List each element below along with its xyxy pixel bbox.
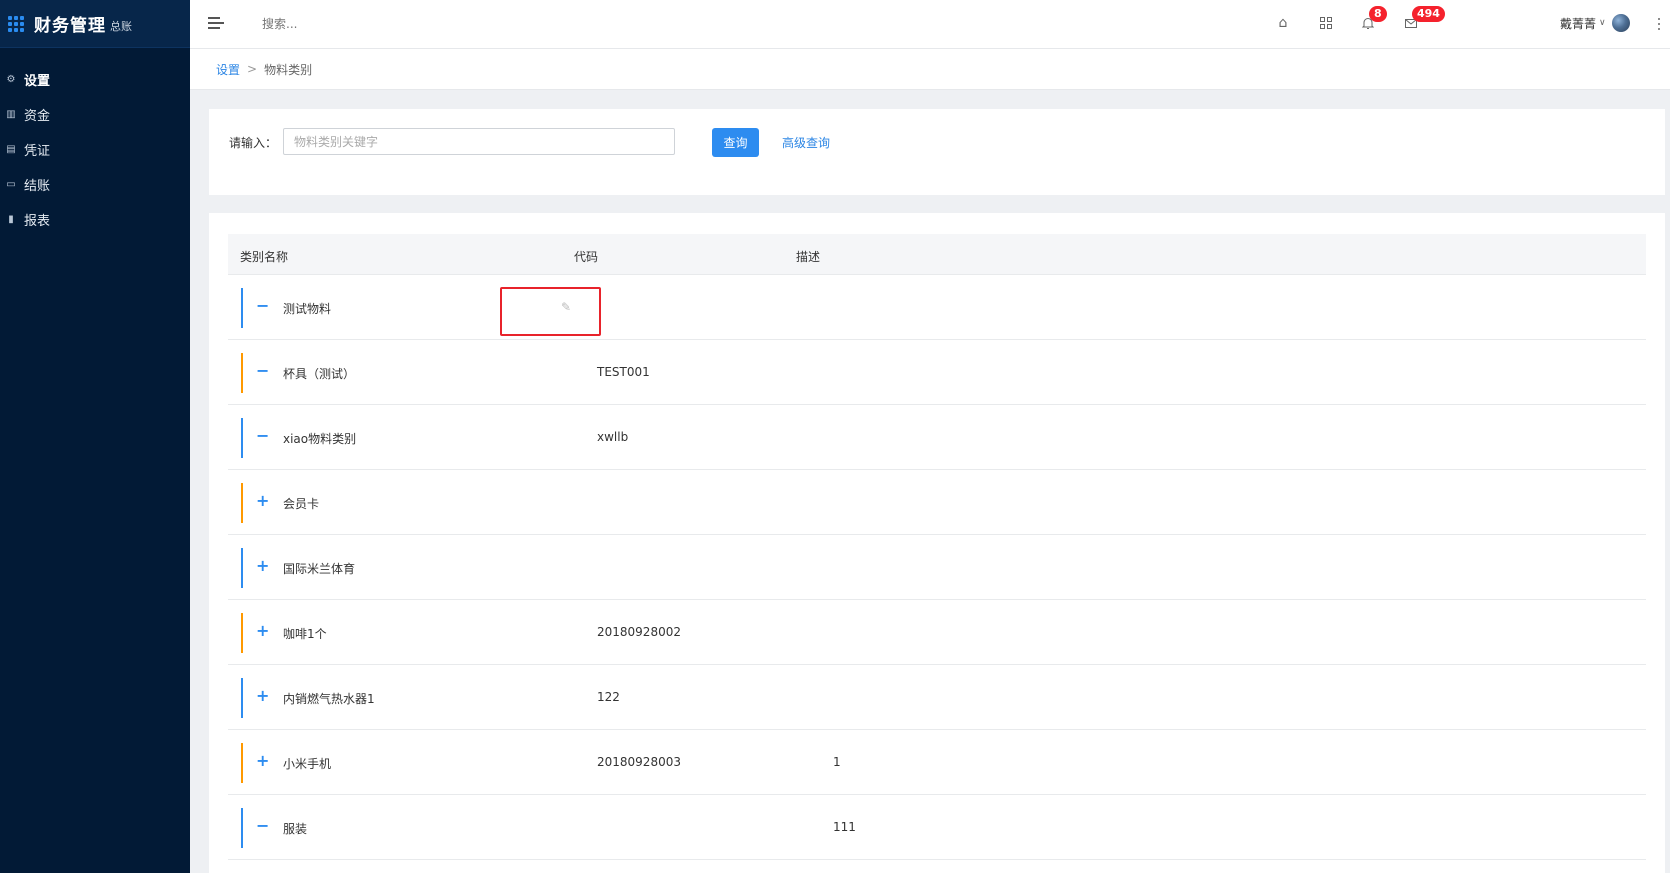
- sidebar: 财务管理 总账 ⚙ 设置 ▥ 资金 ▤ 凭证 ▭ 结账 ▮ 报表: [0, 0, 190, 873]
- table-panel: 类别名称 代码 描述 − 测试物料 ✎ − 杯具（测试） TEST001− xiao物料类别…: [209, 213, 1665, 873]
- column-header-name: 类别名称: [240, 250, 289, 264]
- edit-highlight-box: ✎: [500, 287, 601, 336]
- advanced-query-link[interactable]: 高级查询: [782, 134, 830, 151]
- breadcrumb-separator: >: [247, 62, 258, 76]
- table-row[interactable]: − xiao物料类别 xwllb: [228, 405, 1646, 470]
- table-row[interactable]: + 咖啡1个 20180928002: [228, 600, 1646, 665]
- global-search-input[interactable]: [262, 14, 462, 34]
- sidebar-item-label: 结账: [24, 179, 51, 194]
- search-label: 请输入：: [229, 136, 278, 150]
- user-menu[interactable]: 戴菁菁 ∨: [1560, 14, 1630, 32]
- pencil-icon[interactable]: ✎: [561, 300, 573, 314]
- category-name-cell: 小米手机: [283, 757, 332, 771]
- sidebar-menu: ⚙ 设置 ▥ 资金 ▤ 凭证 ▭ 结账 ▮ 报表: [0, 62, 190, 237]
- sidebar-item-funds[interactable]: ▥ 资金: [0, 97, 190, 132]
- row-level-indicator: [241, 808, 243, 848]
- more-options-icon[interactable]: [1658, 18, 1661, 30]
- menu-toggle-icon[interactable]: [208, 16, 224, 30]
- app-title: 财务管理: [34, 16, 106, 36]
- category-name-cell: 国际米兰体育: [283, 562, 356, 576]
- column-header-code: 代码: [574, 250, 599, 264]
- table-row[interactable]: − 服装 111: [228, 795, 1646, 860]
- bar-chart-icon: ▮: [8, 214, 14, 225]
- sidebar-item-label: 报表: [24, 214, 51, 229]
- collapse-icon[interactable]: −: [256, 428, 269, 444]
- row-level-indicator: [241, 743, 243, 783]
- category-name-cell: 内销燃气热水器1: [283, 692, 375, 706]
- table-body: − 测试物料 ✎ − 杯具（测试） TEST001− xiao物料类别 xwllb + 会员卡 + 国…: [228, 275, 1646, 860]
- row-level-indicator: [241, 678, 243, 718]
- expand-icon[interactable]: +: [256, 558, 269, 574]
- row-level-indicator: [241, 418, 243, 458]
- breadcrumb: 设置 > 物料类别: [190, 49, 1670, 90]
- collapse-icon[interactable]: −: [256, 818, 269, 834]
- sidebar-item-reports[interactable]: ▮ 报表: [0, 202, 190, 237]
- category-name-cell: xiao物料类别: [283, 432, 357, 446]
- top-header: ⌂ 8 494 戴菁菁 ∨: [190, 0, 1670, 49]
- category-code-cell: xwllb: [597, 430, 629, 444]
- expand-icon[interactable]: +: [256, 753, 269, 769]
- row-level-indicator: [241, 353, 243, 393]
- message-icon[interactable]: 494: [1402, 6, 1445, 32]
- table-row[interactable]: − 杯具（测试） TEST001: [228, 340, 1646, 405]
- app-subtitle: 总账: [110, 19, 132, 33]
- category-code-cell: TEST001: [597, 365, 650, 379]
- sidebar-item-label: 凭证: [24, 144, 51, 159]
- sidebar-item-voucher[interactable]: ▤ 凭证: [0, 132, 190, 167]
- apps-icon[interactable]: [1317, 14, 1335, 32]
- breadcrumb-current: 物料类别: [264, 62, 313, 77]
- column-header-desc: 描述: [796, 250, 821, 264]
- sidebar-item-label: 设置: [24, 74, 51, 89]
- wallet-icon: ▭: [6, 179, 16, 190]
- table-row[interactable]: + 国际米兰体育: [228, 535, 1646, 600]
- expand-icon[interactable]: +: [256, 493, 269, 509]
- row-level-indicator: [241, 548, 243, 588]
- table-row[interactable]: + 会员卡: [228, 470, 1646, 535]
- brand: 财务管理 总账: [0, 0, 190, 48]
- row-level-indicator: [241, 288, 243, 328]
- collapse-icon[interactable]: −: [256, 363, 269, 379]
- expand-icon[interactable]: +: [256, 623, 269, 639]
- category-code-cell: 122: [597, 690, 620, 704]
- query-button[interactable]: 查询: [712, 128, 759, 157]
- row-level-indicator: [241, 613, 243, 653]
- voucher-icon: ▤: [6, 144, 16, 155]
- table-row[interactable]: − 测试物料 ✎: [228, 275, 1646, 340]
- apps-grid-icon[interactable]: [8, 15, 24, 32]
- category-code-cell: 20180928002: [597, 625, 681, 639]
- category-name-cell: 会员卡: [283, 497, 320, 511]
- bell-icon[interactable]: 8: [1359, 6, 1387, 32]
- funds-icon: ▥: [6, 109, 16, 120]
- table-row[interactable]: + 小米手机 20180928003 1: [228, 730, 1646, 795]
- sidebar-item-closing[interactable]: ▭ 结账: [0, 167, 190, 202]
- table-header: 类别名称 代码 描述: [228, 234, 1646, 275]
- avatar[interactable]: [1611, 14, 1630, 32]
- category-name-cell: 咖啡1个: [283, 627, 327, 641]
- user-name: 戴菁菁: [1560, 16, 1597, 31]
- category-search-input[interactable]: [283, 128, 675, 155]
- category-name-cell: 杯具（测试）: [283, 367, 356, 381]
- category-desc-cell: 1: [833, 755, 841, 769]
- category-name-cell: 服装: [283, 822, 308, 836]
- notifications-badge: 8: [1369, 6, 1387, 22]
- category-name-cell: 测试物料: [283, 302, 332, 316]
- category-desc-cell: 111: [833, 820, 856, 834]
- breadcrumb-root-link[interactable]: 设置: [216, 61, 240, 78]
- category-code-cell: 20180928003: [597, 755, 681, 769]
- sidebar-item-settings[interactable]: ⚙ 设置: [0, 62, 190, 97]
- expand-icon[interactable]: +: [256, 688, 269, 704]
- collapse-icon[interactable]: −: [256, 298, 269, 314]
- row-level-indicator: [241, 483, 243, 523]
- home-icon[interactable]: ⌂: [1274, 14, 1292, 32]
- chevron-down-icon: ∨: [1599, 18, 1606, 28]
- search-panel: 请输入： 查询 高级查询: [209, 109, 1665, 195]
- sidebar-item-label: 资金: [24, 109, 51, 124]
- gear-icon: ⚙: [6, 74, 16, 85]
- table-row[interactable]: + 内销燃气热水器1 122: [228, 665, 1646, 730]
- messages-badge: 494: [1412, 6, 1445, 22]
